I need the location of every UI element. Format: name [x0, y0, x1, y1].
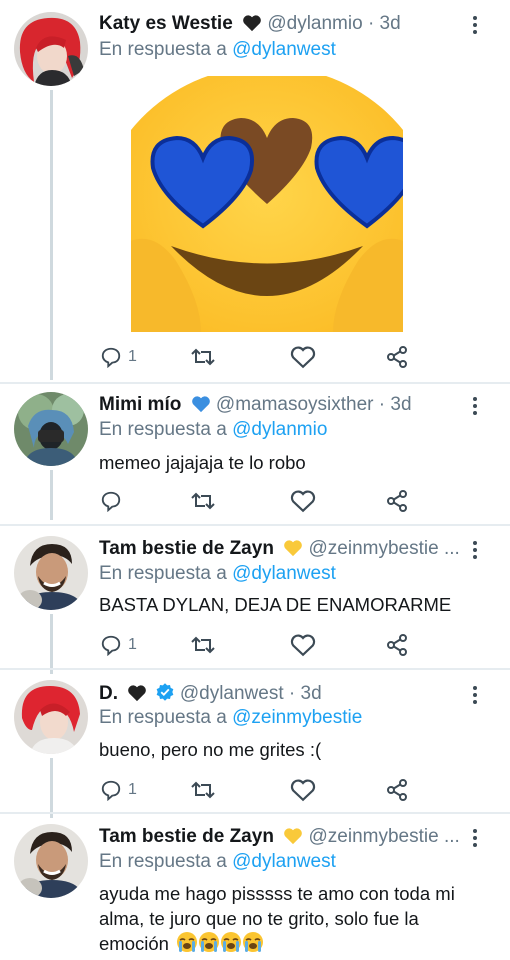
tweet-header: Tam bestie de Zayn @zeinmybestie ... [99, 535, 470, 563]
tweet-text: BASTA DYLAN, DEJA DE ENAMORARME [99, 594, 452, 615]
display-name[interactable]: Tam bestie de Zayn [99, 538, 274, 559]
more-options-icon[interactable] [470, 395, 480, 419]
share-icon [387, 634, 407, 656]
reply-context: En respuesta a @dylanwest [99, 849, 336, 875]
share-icon [387, 490, 407, 512]
display-name[interactable]: Mimi mío [99, 394, 181, 415]
share-icon [387, 779, 407, 801]
retweet-icon [191, 636, 215, 654]
tweet-header: Tam bestie de Zayn @zeinmybestie ... [99, 823, 470, 851]
blue-heart-icon [191, 394, 211, 419]
reply-context: En respuesta a @dylanwest [99, 561, 336, 587]
avatar[interactable] [14, 824, 88, 898]
tweet-actions [100, 488, 430, 514]
retweet-button[interactable] [190, 488, 222, 514]
reply-to-link[interactable]: @dylanmio [232, 419, 327, 440]
share-button[interactable] [385, 344, 409, 370]
tweet[interactable]: D. @dylanwest · 3d En respuesta a @zeinm… [0, 670, 510, 810]
handle-and-time[interactable]: @mamasoysixther · 3d [216, 394, 412, 415]
reply-prefix: En respuesta a [99, 851, 227, 872]
handle-and-time[interactable]: @zeinmybestie ... [309, 826, 460, 847]
reply-count: 1 [128, 781, 137, 798]
like-button[interactable] [290, 344, 322, 370]
retweet-button[interactable] [190, 344, 222, 370]
reply-count: 1 [128, 348, 137, 365]
reply-context: En respuesta a @dylanmio [99, 417, 327, 443]
tweet[interactable]: Mimi mío @mamasoysixther · 3d En respues… [0, 384, 510, 524]
reply-button[interactable]: 1 [100, 344, 137, 370]
reply-prefix: En respuesta a [99, 419, 227, 440]
tweet-actions: 1 [100, 632, 430, 658]
handle-and-time[interactable]: @dylanwest · 3d [180, 683, 322, 704]
more-options-icon[interactable] [470, 539, 480, 563]
more-options-icon[interactable] [470, 827, 480, 851]
handle-and-time[interactable]: @dylanmio · 3d [267, 13, 400, 34]
reply-icon [101, 780, 121, 801]
tweet-header: Katy es Westie @dylanmio · 3d [99, 10, 470, 38]
tweet-actions: 1 [100, 344, 430, 370]
reply-prefix: En respuesta a [99, 39, 227, 60]
reply-count: 1 [128, 636, 137, 653]
reply-context: En respuesta a @zeinmybestie [99, 705, 362, 731]
share-button[interactable] [385, 632, 409, 658]
tweet[interactable]: Tam bestie de Zayn @zeinmybestie ... En … [0, 526, 510, 666]
tweet-header: D. @dylanwest · 3d [99, 680, 470, 708]
tweet[interactable]: Tam bestie de Zayn @zeinmybestie ... En … [0, 814, 510, 960]
like-button[interactable] [290, 777, 322, 803]
reply-icon [101, 347, 121, 368]
tweet-text-body: ayuda me hago pisssss te amo con toda mi… [99, 883, 455, 954]
black-heart-icon [242, 13, 262, 38]
heart-icon [290, 779, 316, 802]
reply-to-link[interactable]: @dylanwest [232, 563, 336, 584]
share-button[interactable] [385, 777, 409, 803]
more-options-icon[interactable] [470, 14, 480, 38]
reply-to-link[interactable]: @dylanwest [232, 851, 336, 872]
like-button[interactable] [290, 632, 322, 658]
heart-icon [290, 346, 316, 369]
loudly-crying-face-icon [176, 931, 264, 959]
tweet-text: bueno, pero no me grites :( [99, 739, 322, 760]
more-options-icon[interactable] [470, 684, 480, 708]
yellow-heart-icon [283, 538, 303, 563]
yellow-heart-icon [283, 826, 303, 851]
reply-button[interactable]: 1 [100, 777, 137, 803]
reply-icon [101, 635, 121, 656]
tweet-header: Mimi mío @mamasoysixther · 3d [99, 391, 470, 419]
like-button[interactable] [290, 488, 322, 514]
reply-prefix: En respuesta a [99, 563, 227, 584]
reply-prefix: En respuesta a [99, 707, 227, 728]
heart-icon [290, 490, 316, 513]
display-name[interactable]: Katy es Westie [99, 13, 233, 34]
reply-to-link[interactable]: @dylanwest [232, 39, 336, 60]
tweet-actions: 1 [100, 777, 430, 803]
retweet-button[interactable] [190, 632, 222, 658]
display-name[interactable]: Tam bestie de Zayn [99, 826, 274, 847]
tweet-text: memeo jajajaja te lo robo [99, 452, 306, 473]
avatar[interactable] [14, 392, 88, 466]
reply-icon [101, 491, 121, 512]
share-icon [387, 346, 407, 368]
retweet-icon [191, 348, 215, 366]
avatar[interactable] [14, 536, 88, 610]
avatar[interactable] [14, 680, 88, 754]
handle-and-time[interactable]: @zeinmybestie ... [309, 538, 460, 559]
reply-button[interactable]: 1 [100, 632, 137, 658]
retweet-button[interactable] [190, 777, 222, 803]
retweet-icon [191, 492, 215, 510]
tweet-text: ayuda me hago pisssss te amo con toda mi… [99, 881, 479, 959]
share-button[interactable] [385, 488, 409, 514]
heart-icon [290, 634, 316, 657]
reply-to-link[interactable]: @zeinmybestie [232, 707, 362, 728]
tweet[interactable]: Katy es Westie @dylanmio · 3d En respues… [0, 0, 510, 380]
reply-context: En respuesta a @dylanwest [99, 37, 336, 63]
reply-button[interactable] [100, 488, 128, 514]
avatar[interactable] [14, 12, 88, 86]
display-name[interactable]: D. [99, 683, 118, 704]
retweet-icon [191, 781, 215, 799]
tweet-media-image[interactable] [131, 76, 403, 332]
